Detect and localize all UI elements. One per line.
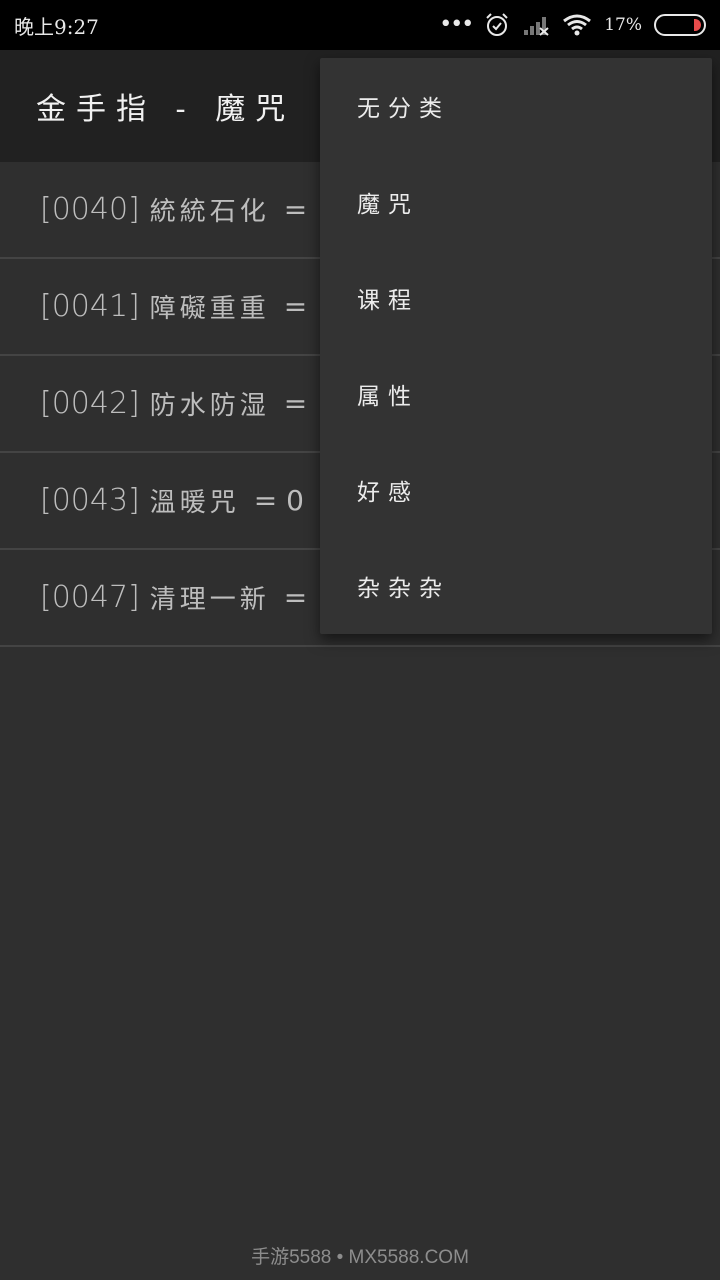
menu-item-affection[interactable]: 好感 [320,442,712,538]
item-code: [0040] [40,192,140,227]
item-value: = [283,193,308,226]
item-code: [0043] [40,483,140,518]
category-menu: 无分类 魔咒 课程 属性 好感 杂杂杂 [320,58,712,634]
item-value: = [283,290,308,323]
signal-icon [522,14,550,36]
item-name: 障礙重重 [149,294,270,324]
item-name: 統統石化 [149,197,270,227]
item-name: 防水防湿 [149,391,270,421]
item-code: [0042] [40,386,140,421]
menu-item-spells[interactable]: 魔咒 [320,154,712,250]
wifi-icon [562,13,592,37]
battery-level [694,19,701,31]
alarm-icon [484,12,510,38]
more-dots-icon: ••• [439,12,474,37]
battery-icon [654,14,706,36]
status-bar: 晚上9:27 ••• 17% [0,0,720,50]
menu-item-courses[interactable]: 课程 [320,250,712,346]
watermark: 手游5588 • MX5588.COM [251,1247,469,1268]
item-name: 溫暖咒 [149,488,240,518]
menu-item-attributes[interactable]: 属性 [320,346,712,442]
item-value: = [283,581,308,614]
item-code: [0047] [40,580,140,615]
status-icons: ••• 17% [439,12,706,38]
item-name: 清理一新 [149,585,270,615]
page-title: 金手指 - 魔咒 [36,92,296,127]
menu-item-uncategorized[interactable]: 无分类 [320,58,712,154]
item-code: [0041] [40,289,140,324]
item-value: = [283,387,308,420]
status-time: 晚上9:27 [14,14,99,39]
battery-percent: 17% [604,15,642,35]
item-value: = 0 [253,484,304,517]
menu-item-misc[interactable]: 杂杂杂 [320,538,712,634]
